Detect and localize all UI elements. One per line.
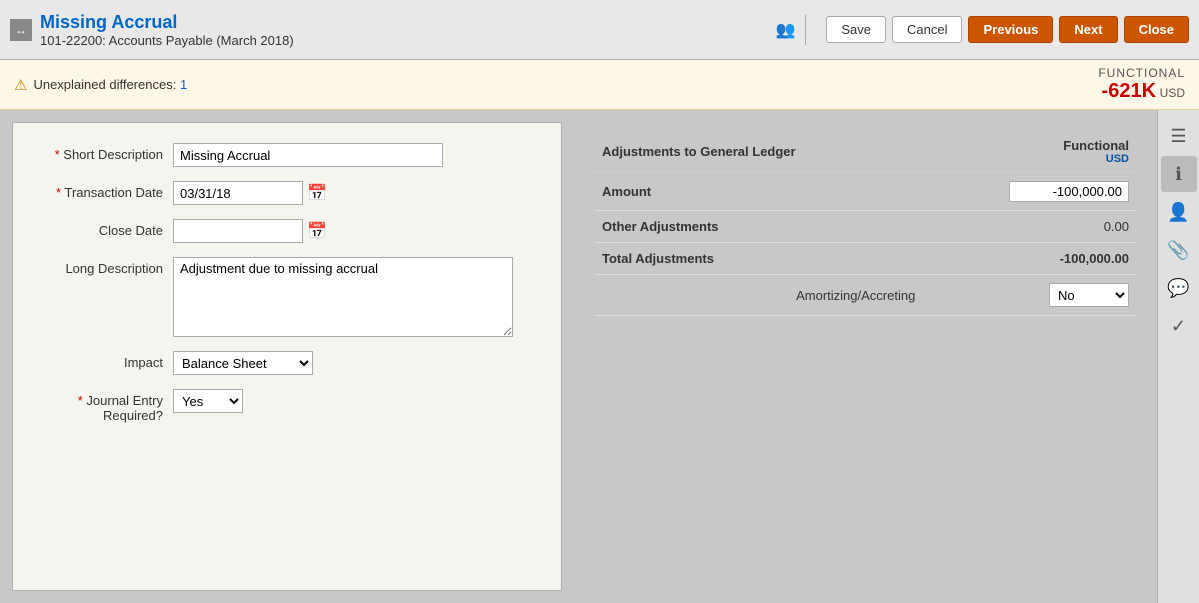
unexplained-link[interactable]: 1 xyxy=(180,77,187,92)
total-adj-row: Total Adjustments -100,000.00 xyxy=(594,243,1137,275)
transaction-date-row: Transaction Date 📅 xyxy=(33,181,541,205)
functional-amount: -621K xyxy=(1102,80,1156,102)
close-button[interactable]: Close xyxy=(1124,16,1189,43)
close-date-row: Close Date 📅 xyxy=(33,219,541,243)
page-subtitle: 101-22200: Accounts Payable (March 2018) xyxy=(40,33,767,48)
transaction-date-label: Transaction Date xyxy=(33,181,173,200)
list-icon-button[interactable]: ☰ xyxy=(1161,118,1197,154)
amortizing-label: Amortizing/Accreting xyxy=(594,275,923,316)
cancel-button[interactable]: Cancel xyxy=(892,16,962,43)
journal-entry-row: Journal EntryRequired? Yes No xyxy=(33,389,541,423)
right-panel: Adjustments to General Ledger Functional… xyxy=(574,122,1157,591)
short-description-label: Short Description xyxy=(33,143,173,162)
amount-cell xyxy=(923,172,1137,211)
close-date-calendar-button[interactable]: 📅 xyxy=(307,221,327,241)
previous-button[interactable]: Previous xyxy=(968,16,1053,43)
header-actions: 👥 Save Cancel Previous Next Close xyxy=(775,15,1189,45)
long-description-label: Long Description xyxy=(33,257,173,276)
other-adj-value: 0.00 xyxy=(923,211,1137,243)
page-title: Missing Accrual xyxy=(40,12,767,33)
banner: ⚠ Unexplained differences: 1 FUNCTIONAL … xyxy=(0,60,1199,110)
warning-icon: ⚠ xyxy=(14,76,27,94)
total-adj-label: Total Adjustments xyxy=(594,243,923,275)
adjustments-table: Adjustments to General Ledger Functional… xyxy=(594,132,1137,316)
amount-input[interactable] xyxy=(1009,181,1129,202)
journal-entry-select[interactable]: Yes No xyxy=(173,389,243,413)
amortizing-select[interactable]: No Yes xyxy=(1049,283,1129,307)
total-adj-value: -100,000.00 xyxy=(923,243,1137,275)
functional-currency: USD xyxy=(1160,86,1185,100)
expand-button[interactable]: ↔ xyxy=(10,19,32,41)
left-panel: Short Description Transaction Date 📅 Clo… xyxy=(12,122,562,591)
long-description-row: Long Description Adjustment due to missi… xyxy=(33,257,541,337)
amount-row: Amount xyxy=(594,172,1137,211)
close-date-wrapper: 📅 xyxy=(173,219,327,243)
long-description-input[interactable]: Adjustment due to missing accrual xyxy=(173,257,513,337)
impact-select[interactable]: Balance Sheet Income Statement Both None xyxy=(173,351,313,375)
close-date-input[interactable] xyxy=(173,219,303,243)
header: ↔ Missing Accrual 101-22200: Accounts Pa… xyxy=(0,0,1199,60)
next-button[interactable]: Next xyxy=(1059,16,1117,43)
close-date-label: Close Date xyxy=(33,219,173,238)
info-icon-button[interactable]: ℹ xyxy=(1161,156,1197,192)
amortizing-cell: No Yes xyxy=(923,275,1137,316)
other-adj-label: Other Adjustments xyxy=(594,211,923,243)
functional-label: FUNCTIONAL xyxy=(1098,66,1185,80)
attachment-icon-button[interactable]: 📎 xyxy=(1161,232,1197,268)
users-icon-button[interactable]: 👤 xyxy=(1161,194,1197,230)
main-content: Short Description Transaction Date 📅 Clo… xyxy=(0,110,1199,603)
check-icon-button[interactable]: ✓ xyxy=(1161,308,1197,344)
transaction-date-input[interactable] xyxy=(173,181,303,205)
divider-1 xyxy=(805,15,806,45)
short-description-row: Short Description xyxy=(33,143,541,167)
other-adj-row: Other Adjustments 0.00 xyxy=(594,211,1137,243)
banner-text: Unexplained differences: 1 xyxy=(33,77,1098,92)
banner-functional: FUNCTIONAL -621K USD xyxy=(1098,66,1185,103)
impact-row: Impact Balance Sheet Income Statement Bo… xyxy=(33,351,541,375)
transaction-date-calendar-button[interactable]: 📅 xyxy=(307,183,327,203)
sidebar-icons: ☰ ℹ 👤 📎 💬 ✓ xyxy=(1157,110,1199,603)
comment-icon-button[interactable]: 💬 xyxy=(1161,270,1197,306)
col2-header: Functional USD xyxy=(923,132,1137,172)
journal-entry-label: Journal EntryRequired? xyxy=(33,389,173,423)
short-description-input[interactable] xyxy=(173,143,443,167)
amount-label: Amount xyxy=(594,172,923,211)
user-icon-button[interactable]: 👥 xyxy=(775,20,795,40)
header-title-block: Missing Accrual 101-22200: Accounts Paya… xyxy=(40,12,767,48)
col1-header: Adjustments to General Ledger xyxy=(594,132,923,172)
impact-label: Impact xyxy=(33,351,173,370)
amortizing-row: Amortizing/Accreting No Yes xyxy=(594,275,1137,316)
transaction-date-wrapper: 📅 xyxy=(173,181,327,205)
save-button[interactable]: Save xyxy=(826,16,886,43)
